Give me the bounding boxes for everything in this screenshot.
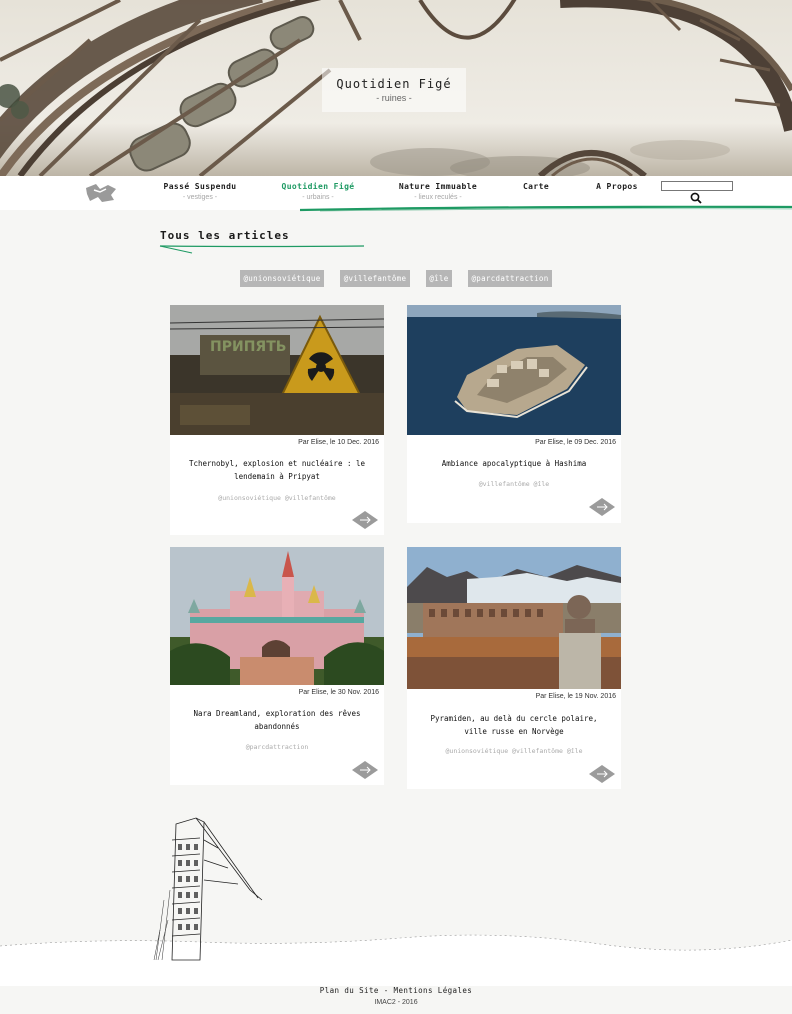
article-title[interactable]: Pyramiden, au delà du cercle polaire, vi… (425, 712, 603, 738)
hero-title: Quotidien Figé (336, 77, 452, 91)
hero-subtitle: - ruines - (376, 93, 412, 103)
tag-filter-villefantome[interactable]: @villefantôme (340, 270, 410, 287)
article-image-pyramiden[interactable] (407, 547, 621, 689)
nav-sublabel: - urbains - (302, 194, 334, 201)
article-title[interactable]: Ambiance apocalyptique à Hashima (425, 457, 603, 470)
site-logo-icon[interactable] (84, 180, 118, 204)
footer-copyright: IMAC2 - 2016 (374, 999, 418, 1006)
svg-text:ПРИПЯТЬ: ПРИПЯТЬ (210, 339, 286, 355)
article-title[interactable]: Nara Dreamland, exploration des rêves ab… (188, 707, 366, 733)
footer-separator: - (378, 986, 394, 995)
article-meta: Par Elise, le 30 Nov. 2016 (298, 689, 379, 696)
nav-sublabel: - vestiges - (182, 194, 218, 201)
read-more-icon[interactable] (351, 760, 379, 780)
hero-title-box: Quotidien Figé - ruines - (322, 68, 466, 112)
article-title[interactable]: Tchernobyl, explosion et nucléaire : le … (188, 457, 366, 483)
hero-banner: Quotidien Figé - ruines - (0, 0, 792, 176)
nav-label: A Propos (596, 182, 638, 191)
footer-link-mentions[interactable]: Mentions Légales (394, 986, 473, 995)
article-meta: Par Elise, le 10 Dec. 2016 (298, 439, 379, 446)
nav-label: Nature Immuable (398, 182, 478, 191)
article-card: Par Elise, le 09 Dec. 2016 Ambiance apoc… (407, 305, 621, 523)
article-image-pripyat[interactable]: ПРИПЯТЬ (170, 305, 384, 435)
nav-item-quotidien-fige[interactable]: Quotidien Figé - urbains - (278, 182, 358, 201)
article-tags[interactable]: @villefantôme @île (407, 480, 621, 488)
nav-label: Carte (522, 182, 550, 191)
article-image-nara-dreamland[interactable] (170, 547, 384, 685)
read-more-icon[interactable] (588, 497, 616, 517)
article-card: Par Elise, le 19 Nov. 2016 Pyramiden, au… (407, 547, 621, 789)
nav-item-nature-immuable[interactable]: Nature Immuable - lieux reculés - (394, 182, 482, 201)
nav-item-passe-suspendu[interactable]: Passé Suspendu - vestiges - (160, 182, 240, 201)
article-tags[interactable]: @unionsoviétique @villefantôme @île (407, 747, 621, 755)
page-title: Tous les articles (160, 229, 290, 242)
article-card: Par Elise, le 30 Nov. 2016 Nara Dreamlan… (170, 547, 384, 785)
nav-accent-stroke (299, 205, 792, 212)
tag-filter-unionsovietique[interactable]: @unionsoviétique (240, 270, 324, 287)
read-more-icon[interactable] (351, 510, 379, 530)
read-more-icon[interactable] (588, 764, 616, 784)
tag-filter-ile[interactable]: @île (426, 270, 452, 287)
tag-filter-parcdattraction[interactable]: @parcdattraction (468, 270, 552, 287)
article-image-hashima[interactable] (407, 305, 621, 435)
footer-link-plan[interactable]: Plan du Site (320, 986, 379, 995)
article-tags[interactable]: @parcdattraction (170, 743, 384, 751)
article-card: ПРИПЯТЬ Par Elise, le 10 Dec. 2016 Tcher… (170, 305, 384, 535)
nav-item-a-propos[interactable]: A Propos (590, 182, 644, 191)
nav-label: Passé Suspendu (163, 182, 237, 191)
nav-item-carte[interactable]: Carte (514, 182, 558, 191)
footer-building-sketch (0, 817, 792, 986)
footer-links: Plan du Site - Mentions Légales (0, 986, 792, 995)
nav-sublabel: - lieux reculés - (414, 194, 462, 201)
search-input[interactable] (661, 181, 733, 191)
nav-label: Quotidien Figé (281, 182, 355, 191)
article-tags[interactable]: @unionsoviétique @villefantôme (170, 494, 384, 502)
article-meta: Par Elise, le 09 Dec. 2016 (535, 439, 616, 446)
title-underline (159, 245, 365, 254)
article-meta: Par Elise, le 19 Nov. 2016 (535, 693, 616, 700)
